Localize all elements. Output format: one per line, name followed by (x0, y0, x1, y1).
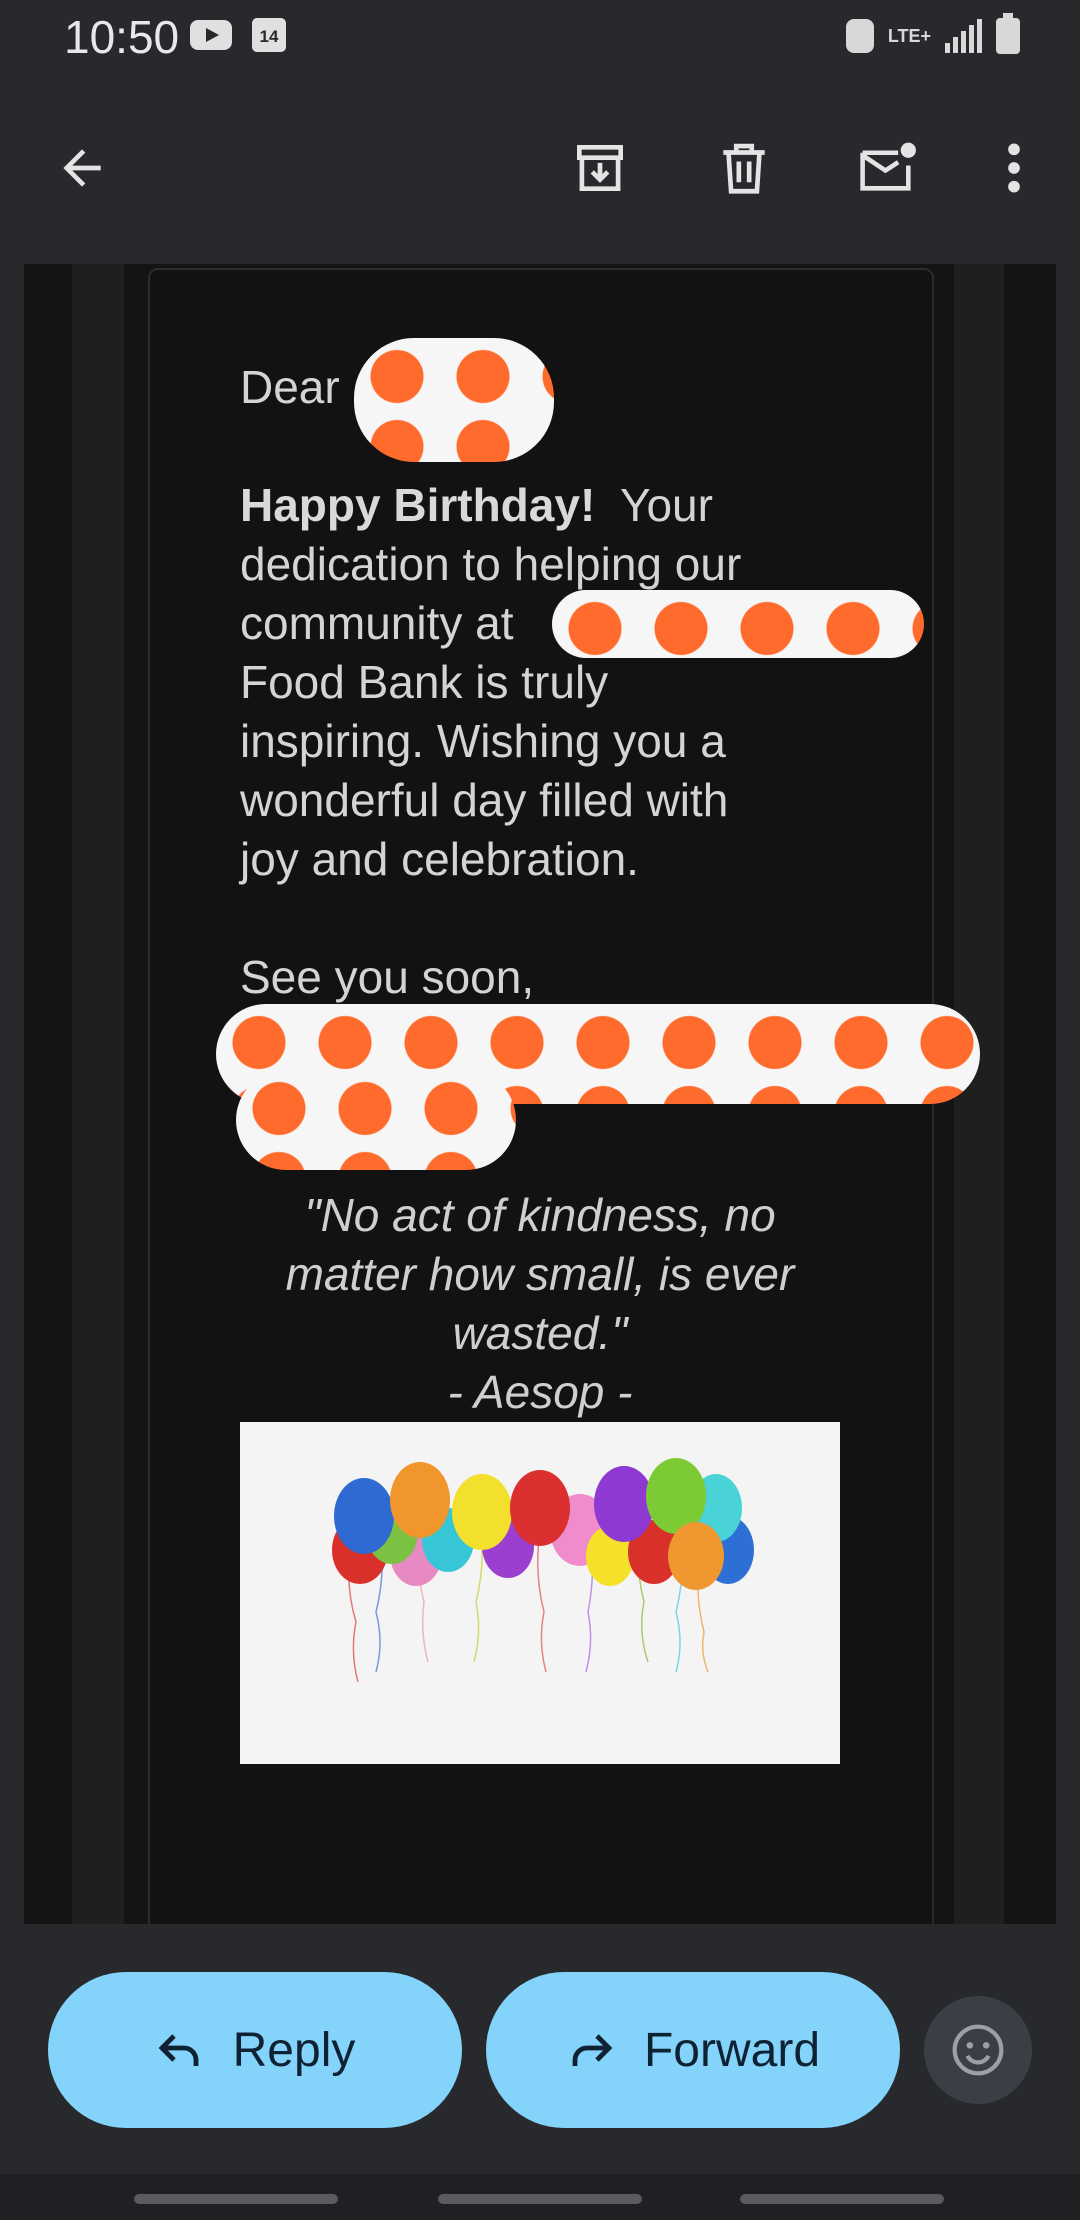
message-line-1: Happy Birthday! Your (240, 476, 840, 535)
status-icons: LTE+ (845, 13, 1020, 58)
network-type: LTE+ (887, 26, 931, 46)
reply-icon (158, 2034, 199, 2066)
background-stripe-left (72, 264, 124, 1924)
quote-line-1: "No act of kindness, no (304, 1189, 776, 1241)
quote-line-3: wasted." (452, 1307, 628, 1359)
nav-gesture-center[interactable] (438, 2194, 642, 2204)
emoji-reaction-button[interactable] (924, 1996, 1032, 2104)
quote-line-2: matter how small, is ever (285, 1248, 795, 1300)
nav-gesture-left[interactable] (134, 2194, 338, 2204)
status-bar: 10:50 14 LTE+ (0, 0, 1080, 72)
app-bar (0, 72, 1080, 264)
action-bar: Reply Forward (0, 1924, 1080, 2174)
background-stripe-right (954, 264, 1004, 1924)
birthday-heading: Happy Birthday! (240, 479, 596, 531)
back-arrow-icon[interactable] (46, 132, 118, 204)
alarm-icon (845, 19, 874, 53)
message-line-6: wonderful day filled with (240, 774, 729, 826)
forward-label: Forward (643, 2023, 821, 2077)
signoff: See you soon, (240, 951, 535, 1003)
calendar-notification-icon: 14 (252, 18, 286, 52)
forward-icon (572, 2034, 613, 2066)
message-line-3: community at (240, 597, 514, 649)
message-line-4: Food Bank is truly (240, 656, 609, 708)
youtube-notification-icon (190, 20, 232, 50)
smiley-icon (952, 2024, 1004, 2076)
archive-icon[interactable] (564, 132, 636, 204)
message-line-5: inspiring. Wishing you a (240, 715, 726, 767)
nav-gesture-right[interactable] (740, 2194, 944, 2204)
forward-button[interactable]: Forward (486, 1972, 900, 2128)
greeting: Dear (240, 361, 340, 413)
redacted-organization (552, 590, 924, 658)
reply-button[interactable]: Reply (48, 1972, 462, 2128)
message-line-7: joy and celebration. (240, 833, 639, 885)
redacted-name (354, 338, 554, 462)
signal-icon (945, 19, 982, 53)
balloons-image[interactable] (240, 1422, 840, 1764)
redacted-signature-tail (236, 1070, 516, 1170)
more-vert-icon[interactable] (978, 132, 1050, 204)
delete-icon[interactable] (708, 132, 780, 204)
status-time: 10:50 (64, 11, 180, 63)
quote-author: - Aesop - (447, 1366, 633, 1418)
message-line-2: dedication to helping our (240, 538, 742, 590)
battery-icon (996, 13, 1020, 54)
reply-label: Reply (232, 2023, 356, 2077)
system-nav-bar (0, 2174, 1080, 2220)
mark-unread-icon[interactable] (852, 132, 924, 204)
message-text: Your (620, 479, 713, 531)
